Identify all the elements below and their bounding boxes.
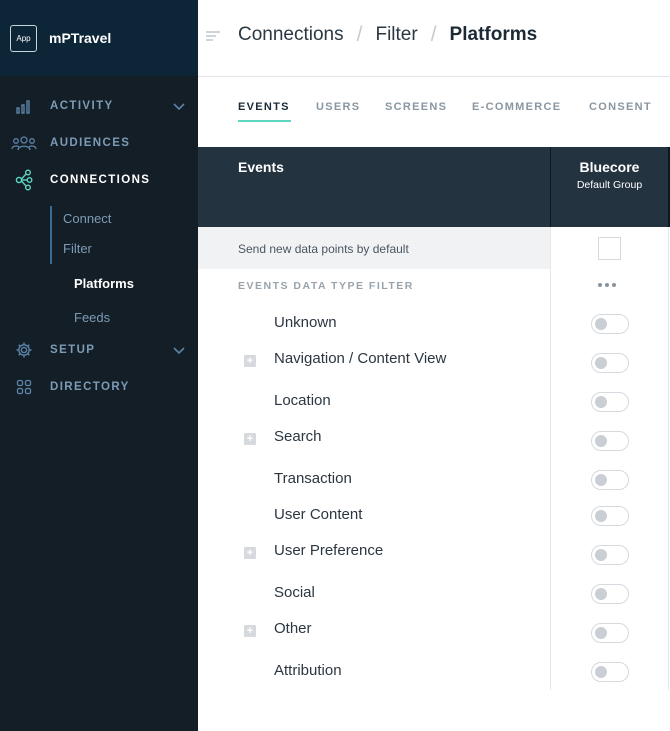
toggle-knob xyxy=(595,474,607,486)
toggle-knob xyxy=(595,396,607,408)
sidebar-item-directory[interactable]: DIRECTORY xyxy=(0,375,198,399)
toggle-knob xyxy=(595,357,607,369)
table-header: Events Bluecore Default Group xyxy=(198,147,670,227)
toggle-knob xyxy=(595,318,607,330)
toggle-location[interactable] xyxy=(591,392,629,412)
brand-bar: App mPTravel xyxy=(0,0,198,76)
sidebar-item-connections[interactable]: CONNECTIONS xyxy=(0,168,198,192)
send-by-default-checkbox[interactable] xyxy=(598,237,621,260)
sidebar-item-label: AUDIENCES xyxy=(50,137,131,149)
grid-icon xyxy=(14,378,34,396)
toggle-search[interactable] xyxy=(591,431,629,451)
active-tab-indicator xyxy=(238,120,291,122)
expand-icon[interactable]: + xyxy=(244,355,256,367)
breadcrumb-item-filter[interactable]: Filter xyxy=(375,24,417,46)
subnav-item-connect[interactable]: Connect xyxy=(63,211,111,226)
column-header-group: Default Group xyxy=(576,179,643,191)
tab-e-commerce[interactable]: E-COMMERCE xyxy=(472,101,561,113)
event-type-label-user-preference: User Preference xyxy=(274,542,384,559)
page-title: Platforms xyxy=(449,24,538,45)
page-header: Connections / Filter / Platforms xyxy=(198,0,670,77)
gear-icon xyxy=(14,341,34,359)
breadcrumb-item-connections[interactable]: Connections xyxy=(238,24,344,46)
default-data-row: Send new data points by default xyxy=(198,227,550,269)
sidebar-item-label: DIRECTORY xyxy=(50,381,130,393)
tab-consent[interactable]: CONSENT xyxy=(589,101,652,113)
app-logo-badge[interactable]: App xyxy=(10,24,37,52)
event-type-label-other: Other xyxy=(274,620,312,637)
toggle-unknown[interactable] xyxy=(591,314,629,334)
toggle-knob xyxy=(595,549,607,561)
sidebar-item-audiences[interactable]: AUDIENCES xyxy=(0,131,198,155)
expand-icon[interactable]: + xyxy=(244,547,256,559)
toggle-transaction[interactable] xyxy=(591,470,629,490)
filter-section-title: EVENTS DATA TYPE FILTER xyxy=(238,280,414,292)
workspace-name[interactable]: mPTravel xyxy=(49,30,111,46)
app-root: App mPTravel ACTIVITY AUDIENCES CONNECTI… xyxy=(0,0,670,731)
event-type-label-navigation-content-view: Navigation / Content View xyxy=(274,350,447,367)
expand-icon[interactable]: + xyxy=(244,625,256,637)
default-data-label: Send new data points by default xyxy=(238,242,409,256)
event-type-label-attribution: Attribution xyxy=(274,662,342,679)
toggle-knob xyxy=(595,588,607,600)
sidebar: App mPTravel ACTIVITY AUDIENCES CONNECTI… xyxy=(0,0,198,731)
subnav-item-filter[interactable]: Filter xyxy=(63,241,92,256)
users-icon xyxy=(11,134,37,152)
more-options-icon[interactable] xyxy=(598,283,616,287)
toggle-attribution[interactable] xyxy=(591,662,629,682)
bar-chart-icon xyxy=(14,97,34,115)
event-type-label-search: Search xyxy=(274,428,322,445)
toggle-knob xyxy=(595,435,607,447)
toggle-knob xyxy=(595,510,607,522)
toggle-social[interactable] xyxy=(591,584,629,604)
event-type-label-social: Social xyxy=(274,584,315,601)
toggle-other[interactable] xyxy=(591,623,629,643)
breadcrumb-separator: / xyxy=(430,23,437,46)
tab-events[interactable]: EVENTS xyxy=(238,101,290,113)
event-type-label-user-content: User Content xyxy=(274,506,363,523)
subnav-indicator xyxy=(50,206,52,264)
column-divider xyxy=(550,227,551,690)
sidebar-item-label: CONNECTIONS xyxy=(50,174,151,186)
toggle-knob xyxy=(595,666,607,678)
sidebar-item-activity[interactable]: ACTIVITY xyxy=(0,94,198,118)
breadcrumb-separator: / xyxy=(356,23,363,46)
toggle-user-content[interactable] xyxy=(591,506,629,526)
toggle-navigation-content-view[interactable] xyxy=(591,353,629,373)
column-header-platform: Bluecore xyxy=(579,159,640,175)
connections-icon xyxy=(14,169,34,191)
subnav-item-feeds[interactable]: Feeds xyxy=(74,310,110,325)
menu-icon[interactable] xyxy=(206,30,220,42)
expand-icon[interactable]: + xyxy=(244,433,256,445)
toggle-user-preference[interactable] xyxy=(591,545,629,565)
toggle-knob xyxy=(595,627,607,639)
chevron-down-icon[interactable] xyxy=(172,99,186,113)
tab-bar: EVENTS USERS SCREENS E-COMMERCE CONSENT xyxy=(198,77,670,147)
sidebar-item-setup[interactable]: SETUP xyxy=(0,338,198,362)
subnav-item-platforms[interactable]: Platforms xyxy=(74,276,134,291)
chevron-down-icon[interactable] xyxy=(172,343,186,357)
event-type-label-unknown: Unknown xyxy=(274,314,337,331)
column-divider xyxy=(668,227,669,690)
sidebar-item-label: SETUP xyxy=(50,344,96,356)
column-header-events: Events xyxy=(238,159,284,175)
event-type-label-transaction: Transaction xyxy=(274,470,352,487)
tab-screens[interactable]: SCREENS xyxy=(385,101,447,113)
breadcrumb: Connections / Filter / Platforms xyxy=(238,23,537,47)
sidebar-item-label: ACTIVITY xyxy=(50,100,114,112)
tab-users[interactable]: USERS xyxy=(316,101,360,113)
event-type-label-location: Location xyxy=(274,392,331,409)
